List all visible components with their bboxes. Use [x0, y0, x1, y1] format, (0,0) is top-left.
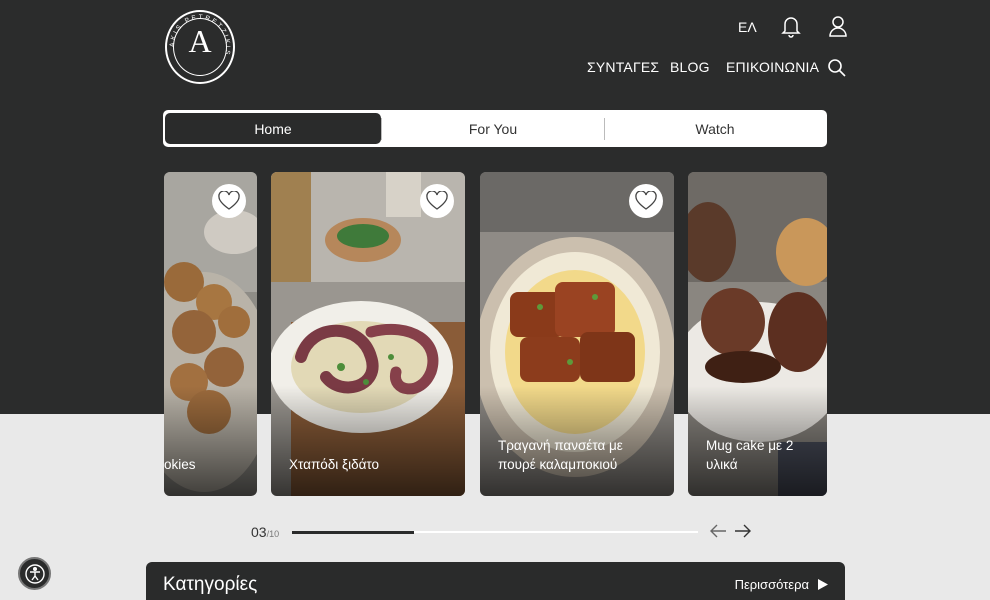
nav-recipes[interactable]: ΣΥΝΤΑΓΕΣ: [587, 59, 659, 75]
categories-more-link[interactable]: Περισσότερα: [735, 577, 809, 592]
arrow-right-icon[interactable]: [733, 521, 753, 541]
site-logo[interactable]: AKIS PETRETZIKIS A: [165, 10, 235, 84]
bell-icon[interactable]: [780, 14, 802, 38]
slide-current: 03: [251, 524, 267, 540]
recipe-title: Mug cake με 2 υλικά: [706, 438, 794, 472]
carousel-progress-fill: [292, 530, 414, 534]
accessibility-icon[interactable]: [18, 557, 51, 590]
slide-total: 10: [269, 529, 280, 539]
card-gradient: [164, 386, 257, 496]
nav-contact[interactable]: ΕΠΙΚΟΙΝΩΝΙΑ: [726, 59, 819, 75]
recipe-card[interactable]: okies: [164, 172, 257, 496]
recipe-title: okies: [164, 457, 196, 472]
recipe-card[interactable]: Χταπόδι ξιδάτο: [271, 172, 465, 496]
tab-for-you[interactable]: For You: [382, 113, 604, 144]
arrow-left-icon[interactable]: [708, 521, 728, 541]
logo-letter: A: [188, 23, 212, 59]
play-icon[interactable]: [818, 579, 828, 590]
search-icon[interactable]: [826, 57, 848, 79]
heart-icon[interactable]: [212, 184, 246, 218]
language-switch[interactable]: ΕΛ: [738, 19, 757, 35]
recipe-title: Τραγανή πανσέτα με πουρέ καλαμποκιού: [498, 438, 623, 472]
heart-icon[interactable]: [420, 184, 454, 218]
tab-bar: Home For You Watch: [163, 110, 827, 147]
categories-title: Κατηγορίες: [163, 574, 258, 595]
recipe-card[interactable]: Τραγανή πανσέτα με πουρέ καλαμποκιού: [480, 172, 674, 496]
user-icon[interactable]: [827, 14, 849, 38]
categories-header: Κατηγορίες Περισσότερα: [146, 562, 845, 600]
recipe-title: Χταπόδι ξιδάτο: [289, 457, 380, 472]
card-gradient: [271, 386, 465, 496]
tab-watch[interactable]: Watch: [605, 113, 825, 144]
heart-icon[interactable]: [629, 184, 663, 218]
carousel-progress-track: [292, 530, 698, 534]
tab-home[interactable]: Home: [165, 113, 381, 144]
slide-counter: 03/10: [251, 524, 280, 540]
nav-blog[interactable]: BLOG: [670, 59, 710, 75]
recipe-card[interactable]: Mug cake με 2 υλικά: [688, 172, 827, 496]
